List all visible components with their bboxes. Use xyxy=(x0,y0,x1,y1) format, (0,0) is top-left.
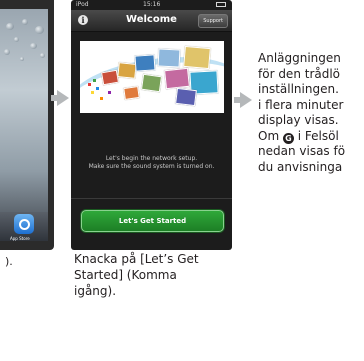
left-caption-fragment: ). xyxy=(5,255,13,268)
support-button[interactable]: Support xyxy=(198,14,228,28)
text-line: för den trådlö xyxy=(258,66,341,81)
welcome-screen-phone: iPod 15:16 i Welcome Support Let's begin… xyxy=(71,0,232,250)
home-screen-wallpaper xyxy=(0,9,48,241)
text-fragment: Om xyxy=(258,128,283,143)
status-time: 15:16 xyxy=(143,1,161,8)
caption-line: Knacka på [Let’s Get xyxy=(74,252,199,266)
caption-line: igång). xyxy=(74,284,117,298)
welcome-illustration xyxy=(80,41,224,113)
text-line: du anvisninga xyxy=(258,159,343,174)
setup-text-line: Make sure the sound system is turned on. xyxy=(88,163,215,170)
battery-icon xyxy=(216,2,226,7)
status-carrier: iPod xyxy=(76,1,89,8)
caption-line: Started] (Komma xyxy=(74,268,177,282)
app-store-label: App Store xyxy=(10,236,30,241)
arrow-right-icon xyxy=(51,90,69,106)
app-store-icon[interactable] xyxy=(14,214,34,234)
text-line: inställningen. xyxy=(258,82,339,96)
setup-text-line: Let's begin the network setup. xyxy=(105,155,198,162)
lets-get-started-button[interactable]: Let's Get Started xyxy=(81,210,224,232)
text-line: i flera minuter xyxy=(258,97,344,112)
text-line: Om G i Felsöl xyxy=(258,129,364,145)
setup-instructions: Let's begin the network setup. Make sure… xyxy=(71,155,232,171)
step-caption: Knacka på [Let’s Get Started] (Komma igå… xyxy=(74,251,239,299)
text-fragment: i Felsöl xyxy=(293,128,339,143)
divider xyxy=(71,198,232,199)
arrow-right-icon xyxy=(234,92,252,108)
callout-g-icon: G xyxy=(282,132,294,144)
next-step-text: Anläggningen för den trådlö inställninge… xyxy=(258,51,364,175)
navigation-bar: i Welcome Support xyxy=(71,10,232,32)
text-line: display visas. xyxy=(258,113,339,127)
status-bar: iPod 15:16 xyxy=(71,0,232,10)
text-line: Anläggningen xyxy=(258,51,341,65)
previous-step-phone: App Store xyxy=(0,0,54,250)
text-line: nedan visas fö xyxy=(258,144,346,158)
